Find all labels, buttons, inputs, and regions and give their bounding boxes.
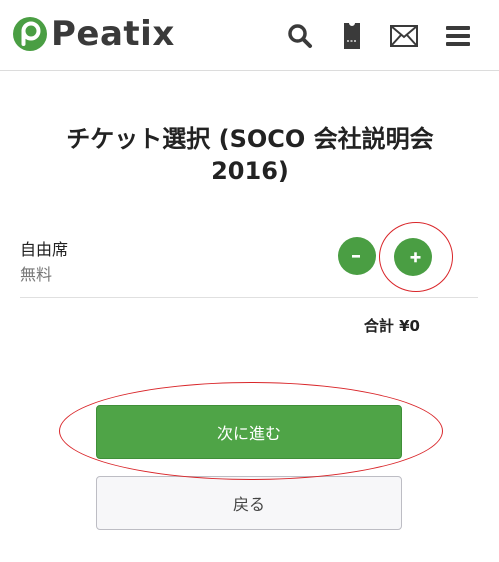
plus-icon bbox=[410, 252, 421, 263]
ticket-selection-page: Peatix チケット選択 (SOCO 会社説明会 2016) 自由席 無料 合… bbox=[0, 0, 499, 562]
brand-name: Peatix bbox=[51, 14, 175, 54]
menu-icon[interactable] bbox=[443, 21, 473, 51]
mail-icon[interactable] bbox=[389, 21, 419, 51]
quantity-increase-button[interactable] bbox=[394, 238, 432, 276]
minus-icon bbox=[352, 255, 360, 258]
page-title: チケット選択 (SOCO 会社説明会 2016) bbox=[66, 125, 434, 185]
order-total: 合計 ¥0 bbox=[340, 315, 420, 336]
peatix-logo[interactable]: Peatix bbox=[12, 14, 175, 54]
peatix-logo-icon bbox=[13, 17, 47, 51]
ticket-icon[interactable] bbox=[337, 21, 367, 51]
ticket-name: 自由席 bbox=[20, 240, 69, 259]
quantity-decrease-button[interactable] bbox=[338, 237, 376, 275]
next-button[interactable]: 次に進む bbox=[96, 405, 402, 459]
ticket-row: 自由席 無料 bbox=[20, 234, 478, 298]
search-icon[interactable] bbox=[285, 21, 315, 51]
ticket-price: 無料 bbox=[20, 265, 53, 284]
total-amount: ¥0 bbox=[399, 317, 420, 335]
total-label: 合計 bbox=[363, 317, 394, 335]
header: Peatix bbox=[0, 0, 499, 71]
back-button[interactable]: 戻る bbox=[96, 476, 402, 530]
